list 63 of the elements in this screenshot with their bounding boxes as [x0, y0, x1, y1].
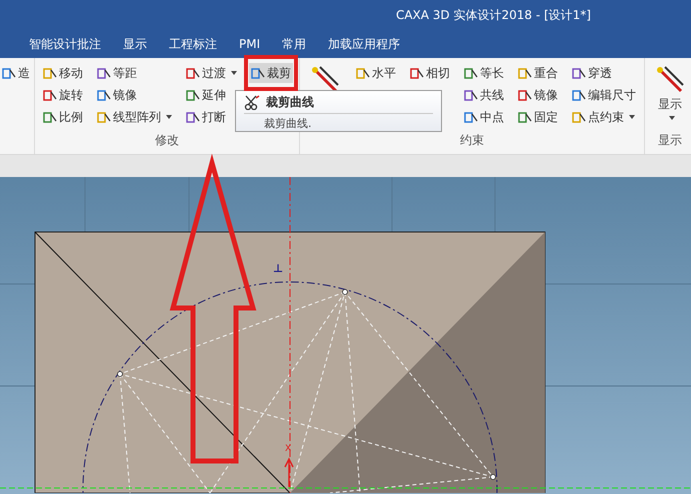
tooltip-text: 裁剪曲线.: [263, 116, 312, 131]
window-title: CAXA 3D 实体设计2018 - [设计1*]: [396, 6, 591, 24]
tool-icon: [410, 66, 424, 80]
tool-button[interactable]: 线型阵列: [95, 107, 174, 127]
tool-icon: [251, 66, 265, 80]
highlight-frame: [244, 55, 298, 91]
tool-icon: [186, 66, 200, 80]
tool-icon: [464, 66, 478, 80]
tool-button[interactable]: 造: [0, 63, 32, 83]
tool-button[interactable]: 编辑尺寸: [570, 85, 638, 105]
tool-icon: [356, 66, 370, 80]
ribbon-tab[interactable]: 加载应用程序: [319, 32, 410, 56]
constraint-icon: [655, 65, 685, 93]
tool-icon: [97, 88, 111, 102]
tool-button[interactable]: 过渡: [184, 63, 239, 83]
tool-icon: [186, 110, 200, 124]
tool-button[interactable]: 穿透: [570, 63, 638, 83]
tool-icon: [186, 88, 200, 102]
group-label: 修改: [154, 132, 180, 149]
tool-button[interactable]: 等距: [95, 63, 174, 83]
tool-button[interactable]: 移动: [41, 63, 85, 83]
tool-icon: [572, 110, 586, 124]
tooltip-title: 裁剪曲线: [266, 94, 314, 111]
tool-icon: [518, 66, 532, 80]
tool-button[interactable]: 重合: [516, 63, 560, 83]
tool-button[interactable]: 点约束: [570, 107, 638, 127]
tool-icon: [97, 110, 111, 124]
ribbon-tab[interactable]: 工程标注: [160, 32, 226, 56]
tool-icon: [43, 110, 57, 124]
tool-icon: [572, 66, 586, 80]
constraint-symbol: ⊥: [273, 263, 284, 274]
tool-button[interactable]: 水平: [354, 63, 398, 83]
tool-icon: [97, 66, 111, 80]
ribbon-tab[interactable]: 智能设计批注: [20, 32, 110, 56]
large-button[interactable]: 显示: [651, 63, 689, 122]
tool-icon: [43, 88, 57, 102]
tool-button[interactable]: 等长: [462, 63, 506, 83]
tool-button[interactable]: 旋转: [41, 85, 85, 105]
tool-icon: [518, 88, 532, 102]
ribbon-tab[interactable]: PMI: [230, 33, 270, 55]
tool-button[interactable]: 裁剪: [249, 63, 293, 83]
group-label: 约束: [459, 132, 485, 149]
ribbon-tab[interactable]: 常用: [273, 32, 316, 56]
constraint-icon: [310, 65, 340, 93]
tool-icon: [2, 66, 16, 80]
tool-button[interactable]: 打断: [184, 107, 239, 127]
tool-button[interactable]: 中点: [462, 107, 506, 127]
tool-icon: [464, 110, 478, 124]
tool-icon: [43, 66, 57, 80]
tool-button[interactable]: 镜像: [95, 85, 174, 105]
tool-button[interactable]: 相切: [408, 63, 452, 83]
tool-button[interactable]: 比例: [41, 107, 85, 127]
tool-icon: [518, 110, 532, 124]
tool-button[interactable]: 延伸: [184, 85, 239, 105]
tool-icon: [572, 88, 586, 102]
tool-button[interactable]: 共线: [462, 85, 506, 105]
ribbon-tab[interactable]: 显示: [114, 32, 156, 56]
tool-button[interactable]: 镜像: [516, 85, 560, 105]
group-label: 显示: [657, 132, 683, 149]
tool-button[interactable]: 固定: [516, 107, 560, 127]
scissors-icon: [244, 95, 260, 110]
button-label: 显示: [658, 96, 682, 113]
tool-icon: [464, 88, 478, 102]
